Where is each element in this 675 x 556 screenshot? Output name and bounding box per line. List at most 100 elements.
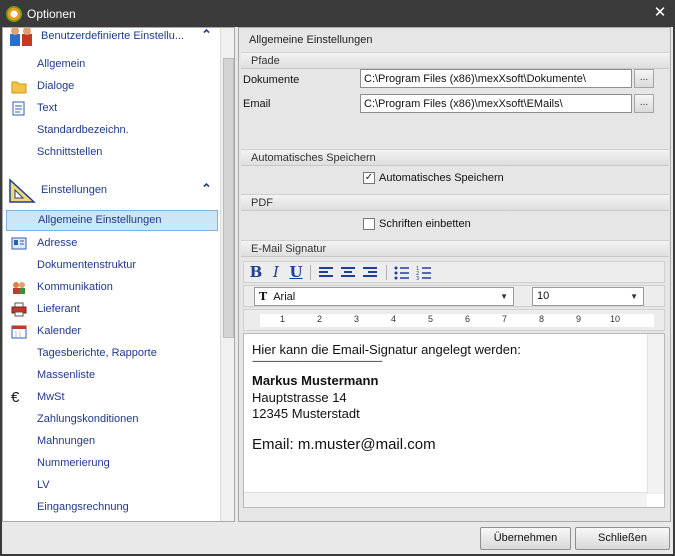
section-header-pdf: PDF bbox=[241, 194, 669, 211]
text-document-icon bbox=[12, 101, 25, 116]
sidebar-item-label: MwSt bbox=[37, 391, 65, 403]
ruler-tick-label: 4 bbox=[391, 314, 397, 324]
close-window-button[interactable]: ✕ bbox=[648, 3, 672, 23]
signature-line: Hauptstrasse 14 bbox=[252, 390, 347, 405]
documents-path-field[interactable]: C:\Program Files (x86)\mexXsoft\Dokument… bbox=[360, 69, 632, 88]
sidebar-scrollbar-thumb[interactable] bbox=[223, 58, 234, 338]
ruler-triangle-icon bbox=[9, 178, 36, 203]
section-header-autosave: Automatisches Speichern bbox=[241, 149, 669, 166]
signature-editor[interactable]: Hier kann die Email-Signatur angelegt we… bbox=[243, 333, 665, 508]
sidebar-item-label: Eingangsrechnung bbox=[37, 501, 129, 513]
sidebar-item-label: Nummerierung bbox=[37, 457, 110, 469]
sidebar-item-label: Standardbezeichn. bbox=[37, 124, 129, 136]
sidebar-item-kalender[interactable]: Kalender bbox=[3, 321, 219, 342]
autosave-checkbox[interactable]: ✓ bbox=[363, 172, 375, 184]
italic-button[interactable]: I bbox=[266, 263, 286, 282]
section-title: Pfade bbox=[251, 55, 280, 67]
email-path-label: Email bbox=[243, 98, 271, 110]
format-toolbar: B I U 123 bbox=[243, 261, 665, 283]
sidebar-item-label: Schnittstellen bbox=[37, 146, 103, 158]
sidebar-item-lv[interactable]: LV bbox=[3, 475, 219, 496]
numbered-list-button[interactable]: 123 bbox=[414, 263, 434, 282]
bullet-list-icon bbox=[394, 266, 409, 280]
folder-icon bbox=[11, 81, 27, 94]
align-left-icon bbox=[319, 267, 333, 277]
sidebar-item-label: Dokumentenstruktur bbox=[37, 259, 137, 271]
documents-browse-button[interactable]: ... bbox=[634, 69, 654, 88]
group-label: Benutzerdefinierte Einstellu... bbox=[41, 30, 185, 42]
app-logo-icon bbox=[6, 6, 22, 22]
sidebar-item-mwst[interactable]: € MwSt bbox=[3, 387, 219, 408]
sidebar-item-nummerierung[interactable]: Nummerierung bbox=[3, 453, 219, 474]
font-family-select[interactable]: T Arial ▼ bbox=[254, 287, 514, 306]
email-path-field[interactable]: C:\Program Files (x86)\mexXsoft\EMails\ bbox=[360, 94, 632, 113]
sidebar-item-tagesberichte[interactable]: Tagesberichte, Rapporte bbox=[3, 343, 219, 364]
sidebar-item-label: Tagesberichte, Rapporte bbox=[37, 347, 157, 359]
signature-line: Email: m.muster@mail.com bbox=[252, 436, 436, 453]
sidebar-item-kommunikation[interactable]: Kommunikation bbox=[3, 277, 219, 298]
toolbar-separator bbox=[386, 265, 387, 280]
editor-vertical-scrollbar[interactable] bbox=[647, 334, 664, 494]
ruler: 1 2 3 4 5 6 7 8 9 10 bbox=[243, 309, 665, 331]
group-header-custom-settings[interactable]: Benutzerdefinierte Einstellu... ⌃ bbox=[3, 28, 219, 50]
group-label: Einstellungen bbox=[41, 184, 108, 196]
section-header-email-signature: E-Mail Signatur bbox=[241, 240, 669, 257]
sidebar-item-standardbezeichnungen[interactable]: Standardbezeichn. bbox=[3, 120, 219, 141]
sidebar-item-label: Lieferant bbox=[37, 303, 80, 315]
sidebar-item-label: LV bbox=[37, 479, 50, 491]
chevron-up-icon[interactable]: ⌃ bbox=[201, 181, 212, 197]
section-title: Automatisches Speichern bbox=[251, 152, 376, 164]
users-settings-icon bbox=[10, 28, 32, 46]
euro-icon: € bbox=[11, 389, 20, 406]
sidebar-item-label: Massenliste bbox=[37, 369, 96, 381]
sidebar-item-label: Mahnungen bbox=[37, 435, 96, 447]
embed-fonts-checkbox[interactable] bbox=[363, 218, 375, 230]
sidebar-item-dokumentenstruktur[interactable]: Dokumentenstruktur bbox=[3, 255, 219, 276]
font-type-icon: T bbox=[259, 290, 268, 303]
sidebar-item-label: Adresse bbox=[37, 237, 78, 249]
signature-line: Markus Mustermann bbox=[252, 373, 379, 388]
sidebar-item-label: Kalender bbox=[37, 325, 82, 337]
align-left-button[interactable] bbox=[316, 263, 336, 282]
sidebar-item-text[interactable]: Text bbox=[3, 98, 219, 119]
window-title: Optionen bbox=[27, 7, 76, 21]
settings-main-panel: Allgemeine Einstellungen Pfade Dokumente… bbox=[238, 27, 671, 522]
section-title: PDF bbox=[251, 197, 273, 209]
close-button[interactable]: Schließen bbox=[575, 527, 670, 550]
email-browse-button[interactable]: ... bbox=[634, 94, 654, 113]
sidebar-item-label: Kommunikation bbox=[37, 281, 113, 293]
sidebar-item-adresse[interactable]: Adresse bbox=[3, 233, 219, 254]
ruler-tick-label: 6 bbox=[465, 314, 471, 324]
editor-horizontal-scrollbar[interactable] bbox=[244, 492, 647, 507]
sidebar-scrollbar[interactable] bbox=[220, 28, 234, 521]
underline-button[interactable]: U bbox=[286, 263, 306, 282]
options-window: Optionen ✕ Benutzerdefinierte Einstellu.… bbox=[0, 0, 675, 556]
sidebar-item-eingangsrechnung[interactable]: Eingangsrechnung bbox=[3, 497, 219, 518]
align-center-button[interactable] bbox=[338, 263, 358, 282]
sidebar-item-massenliste[interactable]: Massenliste bbox=[3, 365, 219, 386]
ruler-tick-label: 7 bbox=[502, 314, 508, 324]
settings-sidebar: Benutzerdefinierte Einstellu... ⌃ Allgem… bbox=[2, 27, 235, 522]
sidebar-item-mahnungen[interactable]: Mahnungen bbox=[3, 431, 219, 452]
sidebar-item-allgemeine-einstellungen[interactable]: Allgemeine Einstellungen bbox=[6, 210, 218, 231]
printer-icon bbox=[11, 302, 27, 317]
bullet-list-button[interactable] bbox=[392, 263, 412, 282]
sidebar-item-zahlungskonditionen[interactable]: Zahlungskonditionen bbox=[3, 409, 219, 430]
sidebar-item-allgemein[interactable]: Allgemein bbox=[3, 54, 219, 75]
signature-line: 12345 Musterstadt bbox=[252, 406, 360, 421]
numbered-list-icon: 123 bbox=[416, 266, 431, 282]
align-right-button[interactable] bbox=[360, 263, 380, 282]
sidebar-item-dialoge[interactable]: Dialoge bbox=[3, 76, 219, 97]
bold-button[interactable]: B bbox=[246, 263, 266, 282]
page-title: Allgemeine Einstellungen bbox=[249, 34, 373, 46]
chevron-up-icon[interactable]: ⌃ bbox=[201, 28, 212, 43]
sidebar-item-schnittstellen[interactable]: Schnittstellen bbox=[3, 142, 219, 163]
group-header-einstellungen[interactable]: Einstellungen ⌃ bbox=[3, 176, 219, 204]
people-icon bbox=[13, 282, 25, 294]
sidebar-item-lieferant[interactable]: Lieferant bbox=[3, 299, 219, 320]
font-size-select[interactable]: 10 ▼ bbox=[532, 287, 644, 306]
apply-button[interactable]: Übernehmen bbox=[480, 527, 571, 550]
section-header-paths: Pfade bbox=[241, 52, 669, 69]
embed-fonts-checkbox-label: Schriften einbetten bbox=[379, 218, 471, 230]
signature-line: ----------------------------------------… bbox=[252, 356, 383, 366]
